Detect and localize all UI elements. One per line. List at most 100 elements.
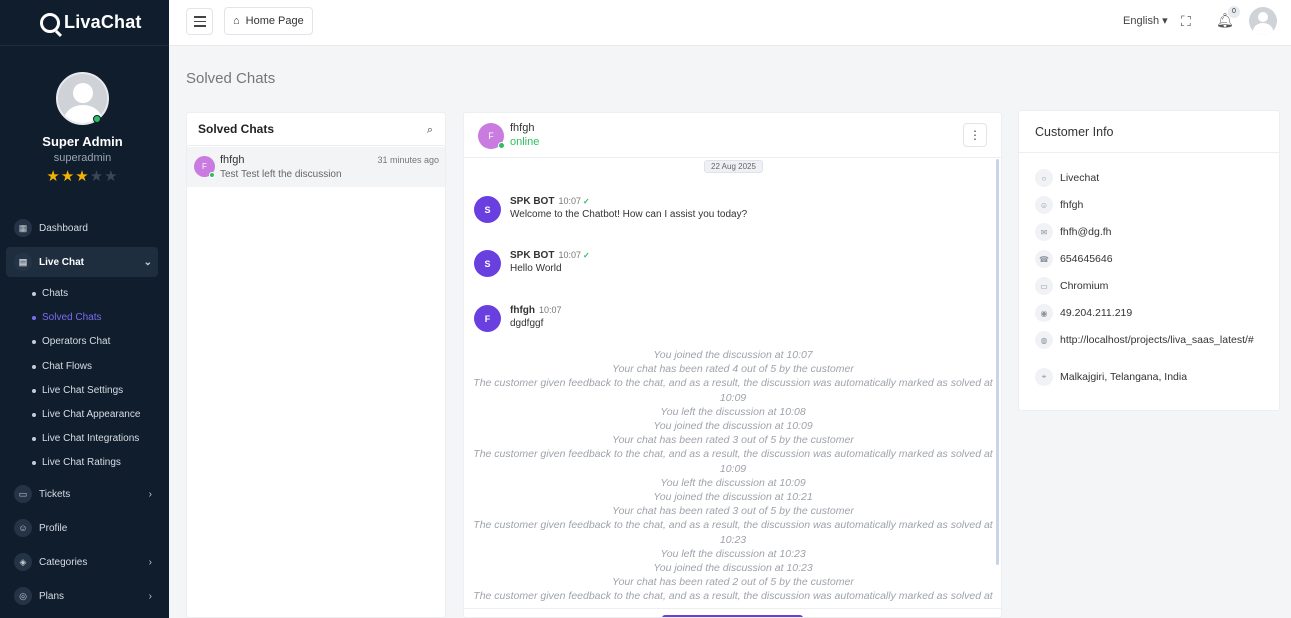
message-text: dgdfggf	[510, 318, 544, 329]
sidebar-item-label: Dashboard	[39, 222, 88, 234]
map-pin-icon: ⌖	[1035, 368, 1053, 386]
language-selector[interactable]: English ▾	[1123, 14, 1168, 27]
system-event: You joined the discussion at 10:23	[653, 562, 813, 575]
sidebar-subitem-solved-chats[interactable]: Solved Chats	[32, 312, 101, 323]
sender-line: SPK BOT 10:07 ✓	[510, 196, 590, 207]
chevron-right-icon: ›	[148, 488, 152, 500]
system-events: You joined the discussion at 10:07 Your …	[468, 348, 998, 604]
search-icon[interactable]: ⌕	[427, 124, 433, 137]
read-check-icon: ✓	[582, 251, 590, 260]
sender-line: SPK BOT 10:07 ✓	[510, 250, 590, 261]
sidebar-item-tickets[interactable]: ▭ Tickets ›	[6, 479, 158, 509]
plans-icon: ◎	[14, 587, 32, 605]
sidebar-item-label: Tickets	[39, 488, 71, 500]
system-event: The customer given feedback to the chat,…	[473, 448, 993, 475]
mail-icon: ✉	[1035, 223, 1053, 241]
solved-chats-list: Solved Chats ⌕ F fhfgh Test Test left th…	[186, 112, 446, 618]
system-event: The customer given feedback to the chat,…	[473, 519, 993, 546]
system-event: Your chat has been rated 2 out of 5 by t…	[612, 576, 854, 589]
contact-name: fhfgh	[510, 122, 535, 134]
sender-avatar: S	[474, 250, 501, 277]
sender-name: fhfgh	[510, 305, 535, 316]
message-text: Hello World	[510, 263, 562, 274]
dashboard-icon: ▦	[14, 219, 32, 237]
chevron-right-icon: ›	[148, 556, 152, 568]
divider	[464, 608, 1001, 609]
contact-status: online	[510, 136, 540, 148]
sidebar-item-profile[interactable]: ☺ Profile	[6, 513, 158, 543]
home-page-button[interactable]: ⌂ Home Page	[224, 7, 313, 35]
chat-bubble-icon: ○	[1035, 169, 1053, 187]
customer-phone-value: 654645646	[1060, 253, 1113, 265]
message-time: 10:07	[558, 196, 581, 206]
sidebar-item-dashboard[interactable]: ▦ Dashboard	[6, 213, 158, 243]
page-title: Solved Chats	[186, 70, 276, 87]
system-event: Your chat has been rated 3 out of 5 by t…	[612, 434, 854, 447]
system-event: You joined the discussion at 10:21	[653, 491, 813, 504]
star-icon: ★	[75, 168, 90, 185]
globe-icon: ◍	[1035, 331, 1053, 349]
message-text: Welcome to the Chatbot! How can I assist…	[510, 209, 748, 220]
fullscreen-icon[interactable]: ⛶	[1181, 13, 1191, 30]
logo-icon	[40, 12, 60, 33]
ticket-icon: ▭	[14, 485, 32, 503]
user-icon: ☺	[1035, 196, 1053, 214]
sidebar-subitem-operators-chat[interactable]: Operators Chat	[32, 336, 110, 347]
list-title: Solved Chats	[187, 113, 445, 146]
sidebar: LivaChat Super Admin superadmin ★★★★★ ▦ …	[0, 0, 169, 618]
customer-url: ◍ http://localhost/projects/liva_saas_la…	[1035, 331, 1265, 349]
categories-icon: ◈	[14, 553, 32, 571]
sidebar-item-categories[interactable]: ◈ Categories ›	[6, 547, 158, 577]
brand[interactable]: LivaChat	[0, 0, 169, 46]
system-event: You joined the discussion at 10:09	[653, 420, 813, 433]
user-icon: ☺	[14, 519, 32, 537]
monitor-icon: ▭	[1035, 277, 1053, 295]
profile-rating: ★★★★★	[0, 167, 165, 185]
message-time: 10:07	[539, 305, 562, 315]
message-time: 31 minutes ago	[377, 155, 439, 165]
sidebar-item-live-chat[interactable]: ▤ Live Chat ⌄	[6, 247, 158, 277]
star-empty-icon: ★	[89, 168, 105, 185]
customer-url-value: http://localhost/projects/liva_saas_late…	[1060, 334, 1254, 346]
sidebar-item-label: Categories	[39, 556, 88, 568]
date-divider: 22 Aug 2025	[704, 160, 763, 173]
brand-name: LivaChat	[64, 12, 142, 32]
chevron-right-icon: ›	[148, 590, 152, 602]
sidebar-subitem-live-chat-settings[interactable]: Live Chat Settings	[32, 385, 123, 396]
sidebar-item-label: Plans	[39, 590, 65, 602]
customer-ip: ◉ 49.204.211.219	[1035, 304, 1265, 322]
system-event: Your chat has been rated 4 out of 5 by t…	[612, 363, 854, 376]
online-indicator	[498, 142, 505, 149]
sidebar-subitem-live-chat-integrations[interactable]: Live Chat Integrations	[32, 433, 139, 444]
sidebar-item-plans[interactable]: ◎ Plans ›	[6, 581, 158, 611]
customer-source-value: Livechat	[1060, 172, 1100, 184]
profile-role: superadmin	[53, 152, 112, 164]
customer-phone: ☎ 654645646	[1035, 250, 1265, 268]
more-options-icon[interactable]: ⋮	[963, 123, 987, 147]
chat-icon: ▤	[14, 253, 32, 271]
notification-count-badge: 0	[1228, 6, 1240, 18]
chevron-down-icon: ⌄	[143, 256, 152, 268]
customer-source: ○ Livechat	[1035, 169, 1265, 187]
system-event: Your chat has been rated 3 out of 5 by t…	[612, 505, 854, 518]
sidebar-subitem-chat-flows[interactable]: Chat Flows	[32, 361, 92, 372]
sidebar-item-label: Live Chat	[39, 256, 85, 268]
home-icon: ⌂	[233, 15, 240, 27]
message-preview: Test Test left the discussion	[220, 169, 342, 180]
user-avatar[interactable]	[1249, 7, 1277, 35]
sidebar-subitem-live-chat-appearance[interactable]: Live Chat Appearance	[32, 409, 140, 420]
profile-avatar	[56, 72, 109, 125]
system-event: You joined the discussion at 10:07	[653, 349, 813, 361]
menu-toggle-button[interactable]	[186, 8, 213, 35]
chat-list-item[interactable]: F fhfgh Test Test left the discussion 31…	[187, 147, 445, 187]
topbar: ⌂ Home Page English ▾ ⛶ 🔔︎ 0	[169, 0, 1291, 46]
customer-browser-value: Chromium	[1060, 280, 1109, 292]
sidebar-subitem-live-chat-ratings[interactable]: Live Chat Ratings	[32, 457, 121, 468]
home-page-label: Home Page	[245, 15, 304, 27]
sender-avatar: S	[474, 196, 501, 223]
sender-name: SPK BOT	[510, 196, 555, 207]
customer-info-title: Customer Info	[1019, 111, 1279, 153]
caret-down-icon: ▾	[1162, 15, 1168, 27]
sidebar-subitem-chats[interactable]: Chats	[32, 288, 68, 299]
customer-location-value: Malkajgiri, Telangana, India	[1060, 371, 1188, 383]
